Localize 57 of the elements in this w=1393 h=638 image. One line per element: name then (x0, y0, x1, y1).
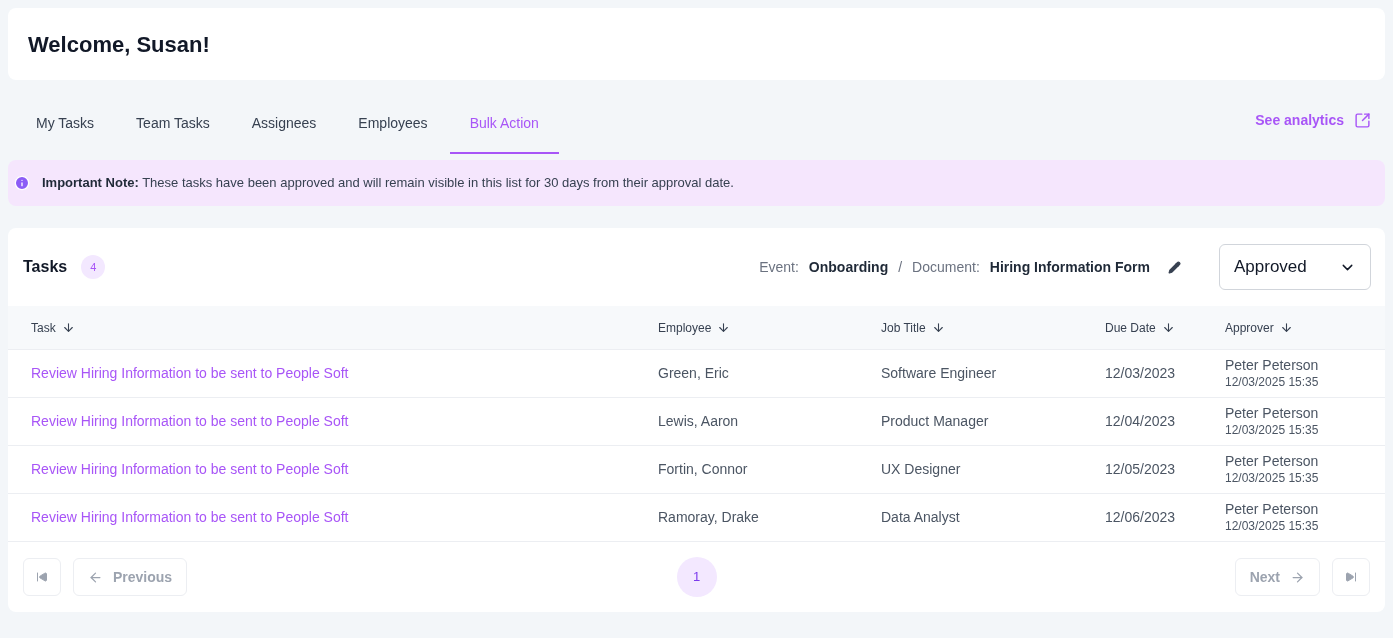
table-cell-text: UX Designer (881, 460, 961, 479)
sort-arrow-icon (931, 321, 945, 334)
approver-name: Peter Peterson (1225, 405, 1319, 423)
table-cell-text: 12/03/2023 (1105, 364, 1176, 383)
task-link[interactable]: Review Hiring Information to be sent to People Soft (31, 363, 349, 384)
table-cell-text: Lewis, Aaron (658, 412, 739, 431)
table-cell-text: 12/05/2023 (1105, 460, 1176, 479)
approval-time: 12/03/2025 15:35 (1225, 422, 1319, 438)
table-cell-text: Ramoray, Drake (658, 508, 759, 527)
sort-arrow-icon (1279, 321, 1293, 334)
approver-name: Peter Peterson (1225, 357, 1319, 375)
sort-arrow-icon (1161, 321, 1175, 334)
column-header[interactable]: Employee (658, 318, 731, 337)
document-value: Hiring Information Form (989, 257, 1150, 277)
table-cell-text: 12/06/2023 (1105, 508, 1176, 527)
approver-name: Peter Peterson (1225, 501, 1319, 519)
welcome-title: Welcome, Susan! (28, 30, 210, 59)
edit-icon[interactable] (1168, 260, 1181, 274)
event-value: Onboarding (808, 257, 889, 277)
external-link-icon (1354, 111, 1371, 129)
column-header[interactable]: Job Title (881, 318, 945, 337)
table-cell-text: Product Manager (881, 412, 989, 431)
table-cell-text: Data Analyst (881, 508, 960, 527)
approval-time: 12/03/2025 15:35 (1225, 518, 1319, 534)
separator: / (898, 257, 903, 277)
tab[interactable]: Employees (338, 86, 448, 154)
column-header[interactable]: Due Date (1105, 318, 1175, 337)
arrow-right-icon (1290, 569, 1305, 585)
approver-name: Peter Peterson (1225, 453, 1319, 471)
status-select[interactable]: Approved (1219, 244, 1371, 290)
column-header[interactable]: Task (31, 318, 75, 337)
tab[interactable]: My Tasks (16, 86, 115, 154)
info-icon (14, 175, 30, 191)
tab[interactable]: Assignees (231, 86, 337, 154)
task-link[interactable]: Review Hiring Information to be sent to People Soft (31, 411, 349, 432)
task-link[interactable]: Review Hiring Information to be sent to People Soft (31, 459, 349, 480)
approval-time: 12/03/2025 15:35 (1225, 374, 1319, 390)
tab[interactable]: Bulk Action (449, 86, 559, 154)
tasks-title: Tasks (23, 257, 68, 277)
last-page-icon (1345, 571, 1357, 583)
first-page-icon (36, 571, 48, 583)
document-label: Document: (912, 257, 980, 277)
column-header[interactable]: Approver (1225, 318, 1293, 337)
event-label: Event: (759, 257, 799, 277)
approval-time: 12/03/2025 15:35 (1225, 470, 1319, 486)
page-button[interactable]: 1 (676, 557, 717, 597)
analytics-link[interactable]: See analytics (1255, 109, 1371, 131)
table-cell-text: Fortin, Connor (658, 460, 748, 479)
table-cell-text: 12/04/2023 (1105, 412, 1176, 431)
count-badge: 4 (81, 255, 106, 279)
note-text: Important Note: These tasks have been approved and will remain visible in this list for 30 days from their approval date. (42, 174, 734, 193)
sort-arrow-icon (717, 321, 731, 334)
task-link[interactable]: Review Hiring Information to be sent to People Soft (31, 507, 349, 528)
tab[interactable]: Team Tasks (116, 86, 230, 154)
table-cell-text: Green, Eric (658, 364, 729, 383)
table-cell-text: Software Engineer (881, 364, 997, 383)
sort-arrow-icon (61, 321, 75, 334)
